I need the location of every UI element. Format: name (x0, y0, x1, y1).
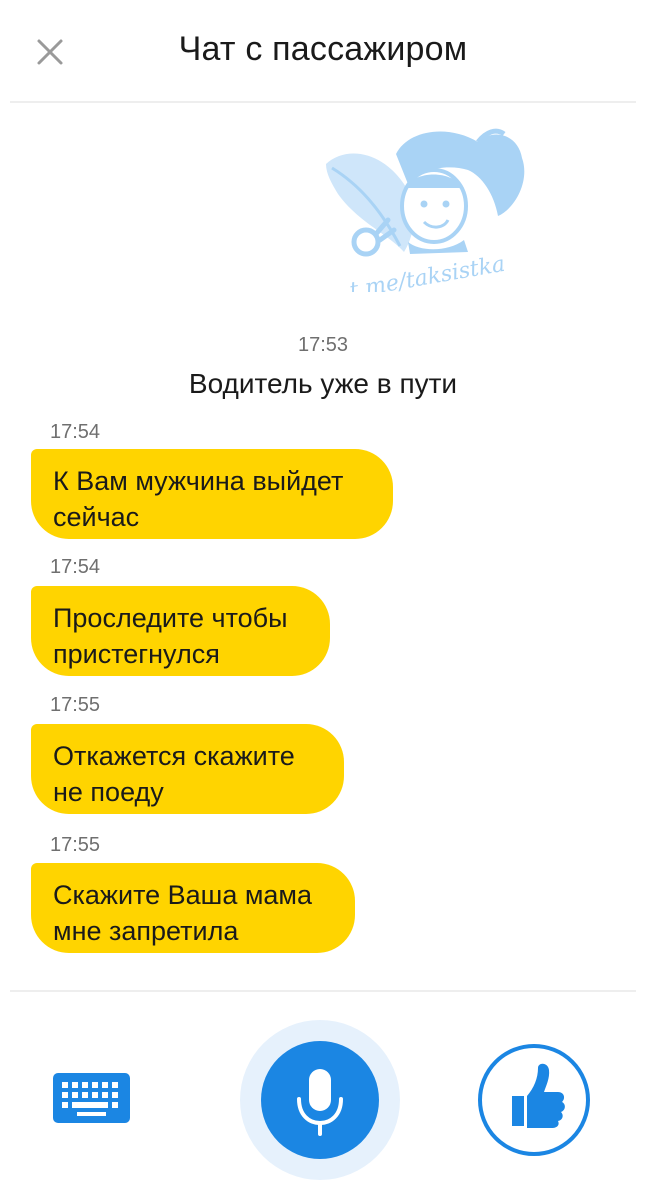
thumbs-up-icon (512, 1063, 565, 1128)
message-line: пристегнулся (53, 639, 220, 669)
message-line: Скажите Ваша мама (53, 880, 313, 910)
thumbs-up-button[interactable] (478, 1044, 590, 1156)
microphone-icon (297, 1069, 343, 1136)
system-message-time: 17:53 (297, 334, 349, 356)
message-bubble[interactable]: К Вам мужчина выйдет сейчас (31, 449, 393, 539)
chat-header: Чат с пассажиром (0, 0, 646, 102)
message-bubble[interactable]: Проследите чтобы пристегнулся (31, 586, 330, 676)
message-line: К Вам мужчина выйдет (53, 466, 344, 496)
keyboard-button[interactable] (53, 1073, 130, 1123)
message-line: не поеду (53, 777, 164, 807)
message-time: 17:54 (50, 556, 101, 578)
microphone-button[interactable] (261, 1041, 379, 1159)
message-line: Откажется скажите (53, 741, 295, 771)
message-time: 17:54 (50, 421, 101, 443)
message-bubble[interactable]: Скажите Ваша мама мне запретила (31, 863, 355, 953)
system-message: Водитель уже в пути (188, 368, 458, 399)
message-line: сейчас (53, 502, 140, 532)
message-line: мне запретила (53, 916, 239, 946)
watermark: t.me/taksistka (318, 124, 536, 304)
watermark-text: t.me/taksistka (348, 252, 507, 292)
message-time: 17:55 (50, 834, 101, 856)
message-bubble[interactable]: Откажется скажите не поеду (31, 724, 344, 814)
keyboard-icon (53, 1073, 130, 1123)
footer-divider (10, 990, 636, 992)
taxi-girl-logo-icon: t.me/taksistka (326, 128, 525, 304)
page-title: Чат с пассажиром (178, 30, 468, 68)
message-line: Проследите чтобы (53, 603, 288, 633)
message-time: 17:55 (50, 694, 101, 716)
header-divider (10, 101, 636, 103)
